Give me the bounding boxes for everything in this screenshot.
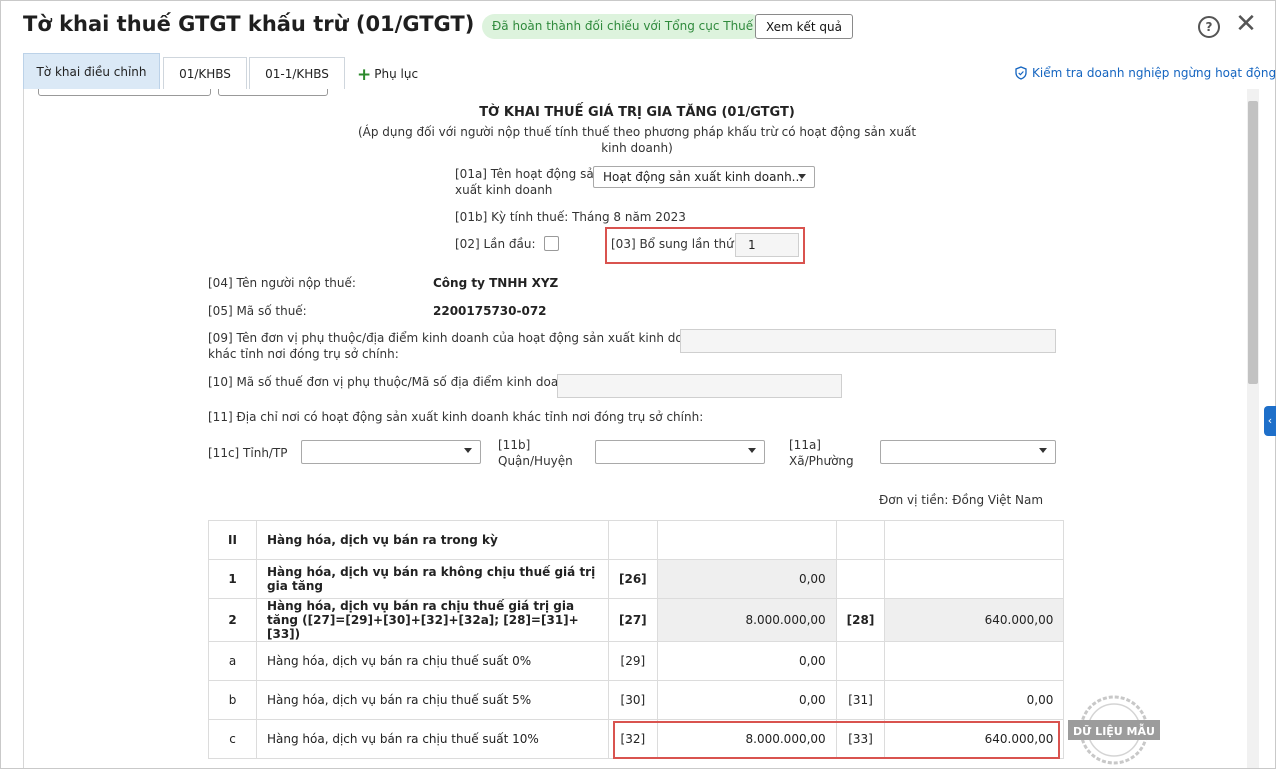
tab-01-khbs[interactable]: 01/KHBS [163, 57, 247, 89]
row-description: Hàng hóa, dịch vụ bán ra chịu thuế suất … [256, 680, 609, 720]
close-icon[interactable]: ✕ [1234, 11, 1258, 37]
first-time-checkbox[interactable] [544, 236, 559, 251]
row-number: 1 [208, 559, 257, 599]
highlight-box-row-c [613, 721, 1060, 759]
help-icon[interactable]: ? [1198, 16, 1220, 38]
field-05-label: [05] Mã số thuế: [208, 304, 307, 318]
field-11b-label-line1: [11b] [498, 438, 531, 452]
chevron-down-icon [798, 174, 806, 179]
field-01a-label-line2: xuất kinh doanh [455, 183, 553, 197]
row-description: Hàng hóa, dịch vụ bán ra chịu thuế suất … [256, 719, 609, 759]
field-10-label: [10] Mã số thuế đơn vị phụ thuộc/Mã số đ… [208, 375, 578, 389]
check-business-link[interactable]: Kiểm tra doanh nghiệp ngừng hoạt động [1015, 66, 1276, 80]
amount-value: 8.000.000,00 [656, 598, 837, 642]
chevron-down-icon [464, 448, 472, 453]
row-description: Hàng hóa, dịch vụ bán ra chịu thuế suất … [256, 641, 609, 681]
toolbar-stub-right[interactable] [218, 89, 328, 96]
form-subtitle: (Áp dụng đối với người nộp thuế tính thu… [357, 125, 917, 155]
business-activity-select[interactable]: Hoạt động sản xuất kinh doanh... [593, 166, 815, 188]
field-02-label: [02] Lần đầu: [455, 237, 536, 251]
tax-value [884, 520, 1065, 560]
indicator-code: [31] [835, 680, 886, 720]
toolbar-stub-left[interactable] [38, 89, 211, 96]
row-number: II [208, 520, 257, 560]
row-description: Hàng hóa, dịch vụ bán ra không chịu thuế… [256, 559, 609, 599]
tax-code: 2200175730-072 [433, 304, 547, 318]
amount-value[interactable]: 0,00 [656, 680, 837, 720]
row-description: Hàng hóa, dịch vụ bán ra chịu thuế giá t… [256, 598, 609, 642]
dependent-unit-tax-code-input[interactable] [557, 374, 842, 398]
table-row: II Hàng hóa, dịch vụ bán ra trong kỳ [208, 520, 1065, 560]
add-appendix-label: Phụ lục [374, 67, 419, 81]
field-11a-label-line1: [11a] [789, 438, 821, 452]
add-appendix-button[interactable]: + Phụ lục [357, 65, 418, 85]
row-number: b [208, 680, 257, 720]
indicator-code: [28] [835, 598, 886, 642]
tax-value [884, 641, 1065, 681]
row-number: a [208, 641, 257, 681]
currency-unit: Đơn vị tiền: Đồng Việt Nam [879, 493, 1044, 507]
table-row: a Hàng hóa, dịch vụ bán ra chịu thuế suất… [208, 641, 1065, 681]
indicator-code: [30] [608, 680, 658, 720]
indicator-code [835, 520, 886, 560]
sample-data-watermark: DỮ LIỆU MẪU [1068, 695, 1160, 765]
plus-icon: + [357, 65, 372, 85]
status-badge: Đã hoàn thành đối chiếu với Tổng cục Thu… [482, 14, 764, 39]
check-business-label: Kiểm tra doanh nghiệp ngừng hoạt động [1032, 66, 1276, 80]
indicator-code: [27] [608, 598, 658, 642]
field-01a-label-line1: [01a] Tên hoạt động sản [455, 167, 602, 181]
field-11a-label-line2: Xã/Phường [789, 454, 854, 468]
watermark-text: DỮ LIỆU MẪU [1073, 723, 1155, 738]
province-select[interactable] [301, 440, 481, 464]
amount-value [656, 520, 837, 560]
shield-icon [1015, 66, 1027, 80]
page-title: Tờ khai thuế GTGT khấu trừ (01/GTGT) [23, 12, 475, 36]
business-activity-value: Hoạt động sản xuất kinh doanh... [603, 170, 804, 184]
tab-bar: Tờ khai điều chỉnh 01/KHBS 01-1/KHBS + Ph… [1, 53, 1275, 89]
tax-value [884, 559, 1065, 599]
amount-value[interactable]: 0,00 [656, 641, 837, 681]
row-description: Hàng hóa, dịch vụ bán ra trong kỳ [256, 520, 609, 560]
field-09-label-line1: [09] Tên đơn vị phụ thuộc/địa điểm kinh … [208, 331, 706, 345]
table-row: 2 Hàng hóa, dịch vụ bán ra chịu thuế giá … [208, 598, 1065, 642]
side-panel-toggle[interactable]: ‹ [1264, 406, 1276, 436]
tax-value: 640.000,00 [884, 598, 1065, 642]
ward-select[interactable] [880, 440, 1056, 464]
chevron-down-icon [1039, 448, 1047, 453]
indicator-code [835, 559, 886, 599]
indicator-code: [26] [608, 559, 658, 599]
district-select[interactable] [595, 440, 765, 464]
table-row: b Hàng hóa, dịch vụ bán ra chịu thuế suất… [208, 680, 1065, 720]
view-result-button[interactable]: Xem kết quả [755, 14, 853, 39]
row-number: 2 [208, 598, 257, 642]
tax-value[interactable]: 0,00 [884, 680, 1065, 720]
dependent-unit-name-input[interactable] [680, 329, 1056, 353]
taxpayer-name: Công ty TNHH XYZ [433, 276, 559, 290]
indicator-code [608, 520, 658, 560]
field-04-label: [04] Tên người nộp thuế: [208, 276, 356, 290]
field-11b-label-line2: Quận/Huyện [498, 454, 573, 468]
indicator-code [835, 641, 886, 681]
field-03-label: [03] Bổ sung lần thứ: [611, 237, 738, 251]
scrollbar-thumb[interactable] [1248, 101, 1258, 384]
indicator-code: [29] [608, 641, 658, 681]
row-number: c [208, 719, 257, 759]
form-title: TỜ KHAI THUẾ GIÁ TRỊ GIA TĂNG (01/GTGT) [479, 105, 795, 120]
tab-01-1-khbs[interactable]: 01-1/KHBS [249, 57, 345, 89]
tax-period-text: [01b] Kỳ tính thuế: Tháng 8 năm 2023 [455, 210, 686, 224]
supplement-number-input[interactable]: 1 [735, 233, 799, 257]
field-11-label: [11] Địa chỉ nơi có hoạt động sản xuất k… [208, 410, 704, 424]
chevron-down-icon [748, 448, 756, 453]
field-11c-label: [11c] Tỉnh/TP [208, 446, 288, 460]
table-row: 1 Hàng hóa, dịch vụ bán ra không chịu thu… [208, 559, 1065, 599]
amount-value: 0,00 [656, 559, 837, 599]
field-09-label-line2: khác tỉnh nơi đóng trụ sở chính: [208, 347, 399, 361]
tab-adjusted-declaration[interactable]: Tờ khai điều chỉnh [23, 53, 160, 89]
